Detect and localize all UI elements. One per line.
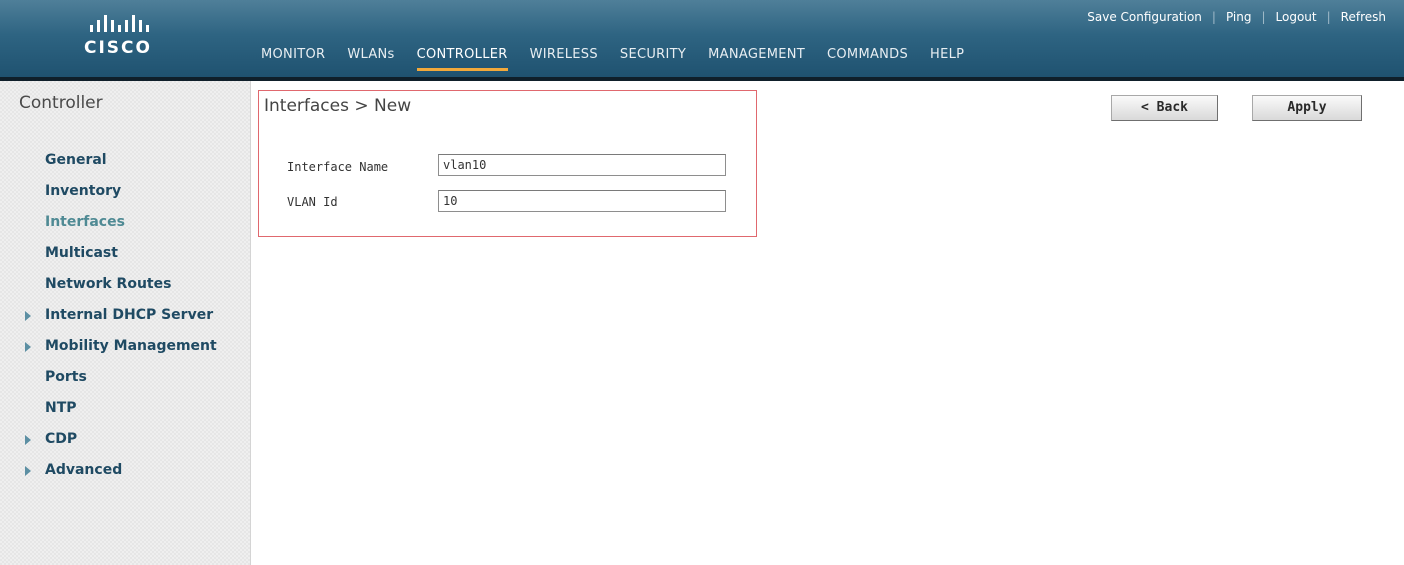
expand-arrow-icon[interactable] [25, 435, 31, 445]
sidebar-item-interfaces[interactable]: Interfaces [0, 207, 250, 238]
page-title: Interfaces > New [264, 96, 412, 116]
cisco-logo: CISCO [70, 14, 230, 64]
save-configuration-link[interactable]: Save Configuration [1087, 10, 1202, 24]
sidebar-title: Controller [19, 93, 103, 113]
sidebar-item-multicast[interactable]: Multicast [0, 238, 250, 269]
sidebar-item-label: Mobility Management [45, 338, 217, 354]
brand-name: CISCO [84, 38, 152, 58]
sidebar-item-label: Network Routes [45, 276, 172, 292]
cisco-bars-icon [90, 15, 149, 32]
sidebar-item-inventory[interactable]: Inventory [0, 176, 250, 207]
sidebar-item-label: Multicast [45, 245, 118, 261]
link-separator: | [1211, 10, 1216, 24]
sidebar-item-general[interactable]: General [0, 145, 250, 176]
link-separator: | [1326, 10, 1331, 24]
sidebar-item-label: Inventory [45, 183, 122, 199]
interface-name-input[interactable] [438, 154, 726, 176]
nav-wlans[interactable]: WLANs [347, 47, 394, 71]
sidebar-item-network-routes[interactable]: Network Routes [0, 269, 250, 300]
main-nav: MONITOR WLANs CONTROLLER WIRELESS SECURI… [261, 47, 964, 71]
sidebar-item-label: CDP [45, 431, 78, 447]
sidebar-item-ntp[interactable]: NTP [0, 393, 250, 424]
sidebar-item-label: Internal DHCP Server [45, 307, 214, 323]
sidebar-item-label: Advanced [45, 462, 123, 478]
sidebar-item-advanced[interactable]: Advanced [0, 455, 250, 486]
refresh-link[interactable]: Refresh [1341, 10, 1386, 24]
sidebar-item-label: NTP [45, 400, 77, 416]
top-links: Save Configuration | Ping | Logout | Ref… [1087, 10, 1386, 24]
nav-commands[interactable]: COMMANDS [827, 47, 908, 71]
vlan-id-label: VLAN Id [287, 195, 338, 209]
expand-arrow-icon[interactable] [25, 311, 31, 321]
sidebar-item-internal-dhcp-server[interactable]: Internal DHCP Server [0, 300, 250, 331]
top-header: CISCO Save Configuration | Ping | Logout… [0, 0, 1404, 77]
nav-wireless[interactable]: WIRELESS [530, 47, 598, 71]
expand-arrow-icon[interactable] [25, 342, 31, 352]
sidebar: Controller General Inventory Interfaces … [0, 81, 251, 565]
link-separator: | [1261, 10, 1266, 24]
ping-link[interactable]: Ping [1226, 10, 1252, 24]
apply-button[interactable]: Apply [1252, 95, 1362, 121]
sidebar-item-ports[interactable]: Ports [0, 362, 250, 393]
logout-link[interactable]: Logout [1276, 10, 1317, 24]
sidebar-item-label: Interfaces [45, 214, 125, 230]
nav-help[interactable]: HELP [930, 47, 964, 71]
nav-monitor[interactable]: MONITOR [261, 47, 325, 71]
expand-arrow-icon[interactable] [25, 466, 31, 476]
sidebar-item-mobility-management[interactable]: Mobility Management [0, 331, 250, 362]
nav-controller[interactable]: CONTROLLER [416, 47, 508, 71]
sidebar-item-label: Ports [45, 369, 87, 385]
nav-management[interactable]: MANAGEMENT [708, 47, 805, 71]
sidebar-item-label: General [45, 152, 107, 168]
sidebar-item-cdp[interactable]: CDP [0, 424, 250, 455]
interface-name-label: Interface Name [287, 160, 389, 174]
vlan-id-input[interactable] [438, 190, 726, 212]
sidebar-menu: General Inventory Interfaces Multicast N… [0, 145, 250, 486]
nav-security[interactable]: SECURITY [620, 47, 686, 71]
back-button[interactable]: < Back [1111, 95, 1218, 121]
